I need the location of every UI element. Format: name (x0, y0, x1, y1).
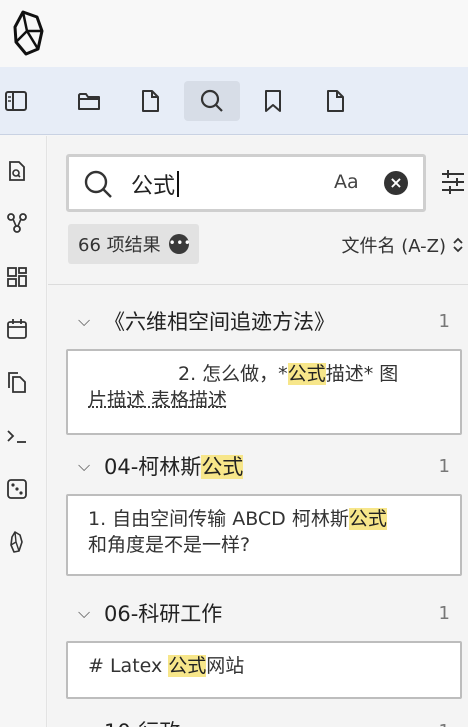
search-settings-icon[interactable] (440, 168, 466, 196)
result-file-title[interactable]: 06-科研工作 (104, 598, 222, 628)
sort-dropdown[interactable]: 文件名 (A-Z) (341, 232, 464, 258)
search-match[interactable]: 1. 自由空间传输 ABCD 柯林斯公式和角度是不是一样? (66, 494, 462, 576)
file-explorer-icon[interactable] (69, 81, 109, 121)
calendar-icon[interactable] (4, 316, 30, 342)
dice-icon[interactable] (4, 476, 30, 502)
file-icon-2[interactable] (315, 81, 355, 121)
sort-chevron-icon (453, 237, 463, 253)
result-match-count: 1 (438, 602, 450, 624)
match-text-post: 网站 (206, 655, 245, 677)
clear-search-icon[interactable]: × (384, 171, 408, 195)
bookmark-icon[interactable] (253, 81, 293, 121)
result-group-header[interactable]: ⌵ 04-柯林斯公式 1 (66, 446, 462, 486)
search-match[interactable]: 2. 怎么做，*公式描述* 图片描述 表格描述 (66, 349, 462, 435)
obsidian-gem-icon[interactable] (4, 529, 30, 555)
result-group: ⌵ 06-科研工作 1 # Latex 公式网站 (66, 593, 462, 699)
left-ribbon (0, 136, 47, 727)
search-tab-icon[interactable] (184, 81, 240, 121)
result-group: ⌵ 《六维相空间追迹方法》 1 2. 怎么做，*公式描述* 图片描述 表格描述 (66, 301, 462, 435)
result-file-title[interactable]: 04-柯林斯公式 (104, 451, 244, 481)
terminal-icon[interactable] (4, 423, 30, 449)
result-group-header[interactable]: ⌵ 06-科研工作 1 (66, 593, 462, 633)
result-file-title[interactable]: 《六维相空间追迹方法》 (104, 306, 335, 336)
search-panel: Aa × 66 项结果 ••• 文件名 (A-Z) ⌵ 《六维相空间追迹方法》 … (48, 136, 468, 727)
match-highlight: 公式 (348, 508, 387, 530)
match-text-pre: # Latex (88, 655, 169, 677)
match-text-pre: 1. 自由空间传输 ABCD 柯林斯 (88, 508, 349, 530)
result-group-header[interactable]: ⌵ 《六维相空间追迹方法》 1 (66, 301, 462, 341)
title-bar (0, 0, 468, 67)
text-caret (177, 171, 179, 197)
copy-icon[interactable] (4, 369, 30, 395)
result-group: ⌵ 10-行政 1 (66, 711, 462, 727)
result-match-count: 1 (439, 721, 450, 727)
toggle-sidebar-icon[interactable] (0, 81, 36, 121)
match-highlight: 公式 (168, 655, 207, 677)
match-highlight: 公式 (287, 363, 326, 385)
match-case-button[interactable]: Aa (334, 171, 359, 193)
result-file-title[interactable]: 10-行政 (104, 716, 180, 727)
divider (48, 284, 468, 285)
sidebar-tab-bar (0, 67, 468, 135)
switcher-icon[interactable] (4, 158, 30, 184)
search-icon (84, 170, 112, 198)
graph-view-icon[interactable] (4, 210, 30, 236)
sort-label: 文件名 (A-Z) (341, 236, 446, 257)
search-input[interactable] (131, 167, 321, 201)
obsidian-logo-icon[interactable] (9, 9, 49, 57)
match-text-pre: 2. 怎么做，* (178, 363, 288, 385)
result-match-count: 1 (438, 455, 450, 477)
match-text-post: 片描述 表格描述 (88, 389, 228, 411)
results-count[interactable]: 66 项结果 ••• (68, 224, 199, 264)
search-box[interactable]: Aa × (66, 154, 426, 212)
more-options-icon[interactable]: ••• (168, 234, 191, 254)
match-text-mid: 描述* 图 (325, 363, 399, 385)
chevron-down-icon[interactable]: ⌵ (78, 311, 96, 331)
chevron-down-icon[interactable]: ⌵ (78, 603, 96, 623)
result-match-count: 1 (438, 310, 450, 332)
result-group-header[interactable]: ⌵ 10-行政 1 (66, 711, 462, 727)
result-group: ⌵ 04-柯林斯公式 1 1. 自由空间传输 ABCD 柯林斯公式和角度是不是一… (66, 446, 462, 576)
chevron-down-icon[interactable]: ⌵ (78, 721, 96, 727)
canvas-icon[interactable] (4, 264, 30, 290)
chevron-down-icon[interactable]: ⌵ (78, 456, 96, 476)
search-match[interactable]: # Latex 公式网站 (66, 641, 462, 699)
file-icon[interactable] (130, 81, 170, 121)
results-count-label: 66 项结果 (78, 235, 161, 256)
match-text-post: 和角度是不是一样? (88, 534, 251, 556)
